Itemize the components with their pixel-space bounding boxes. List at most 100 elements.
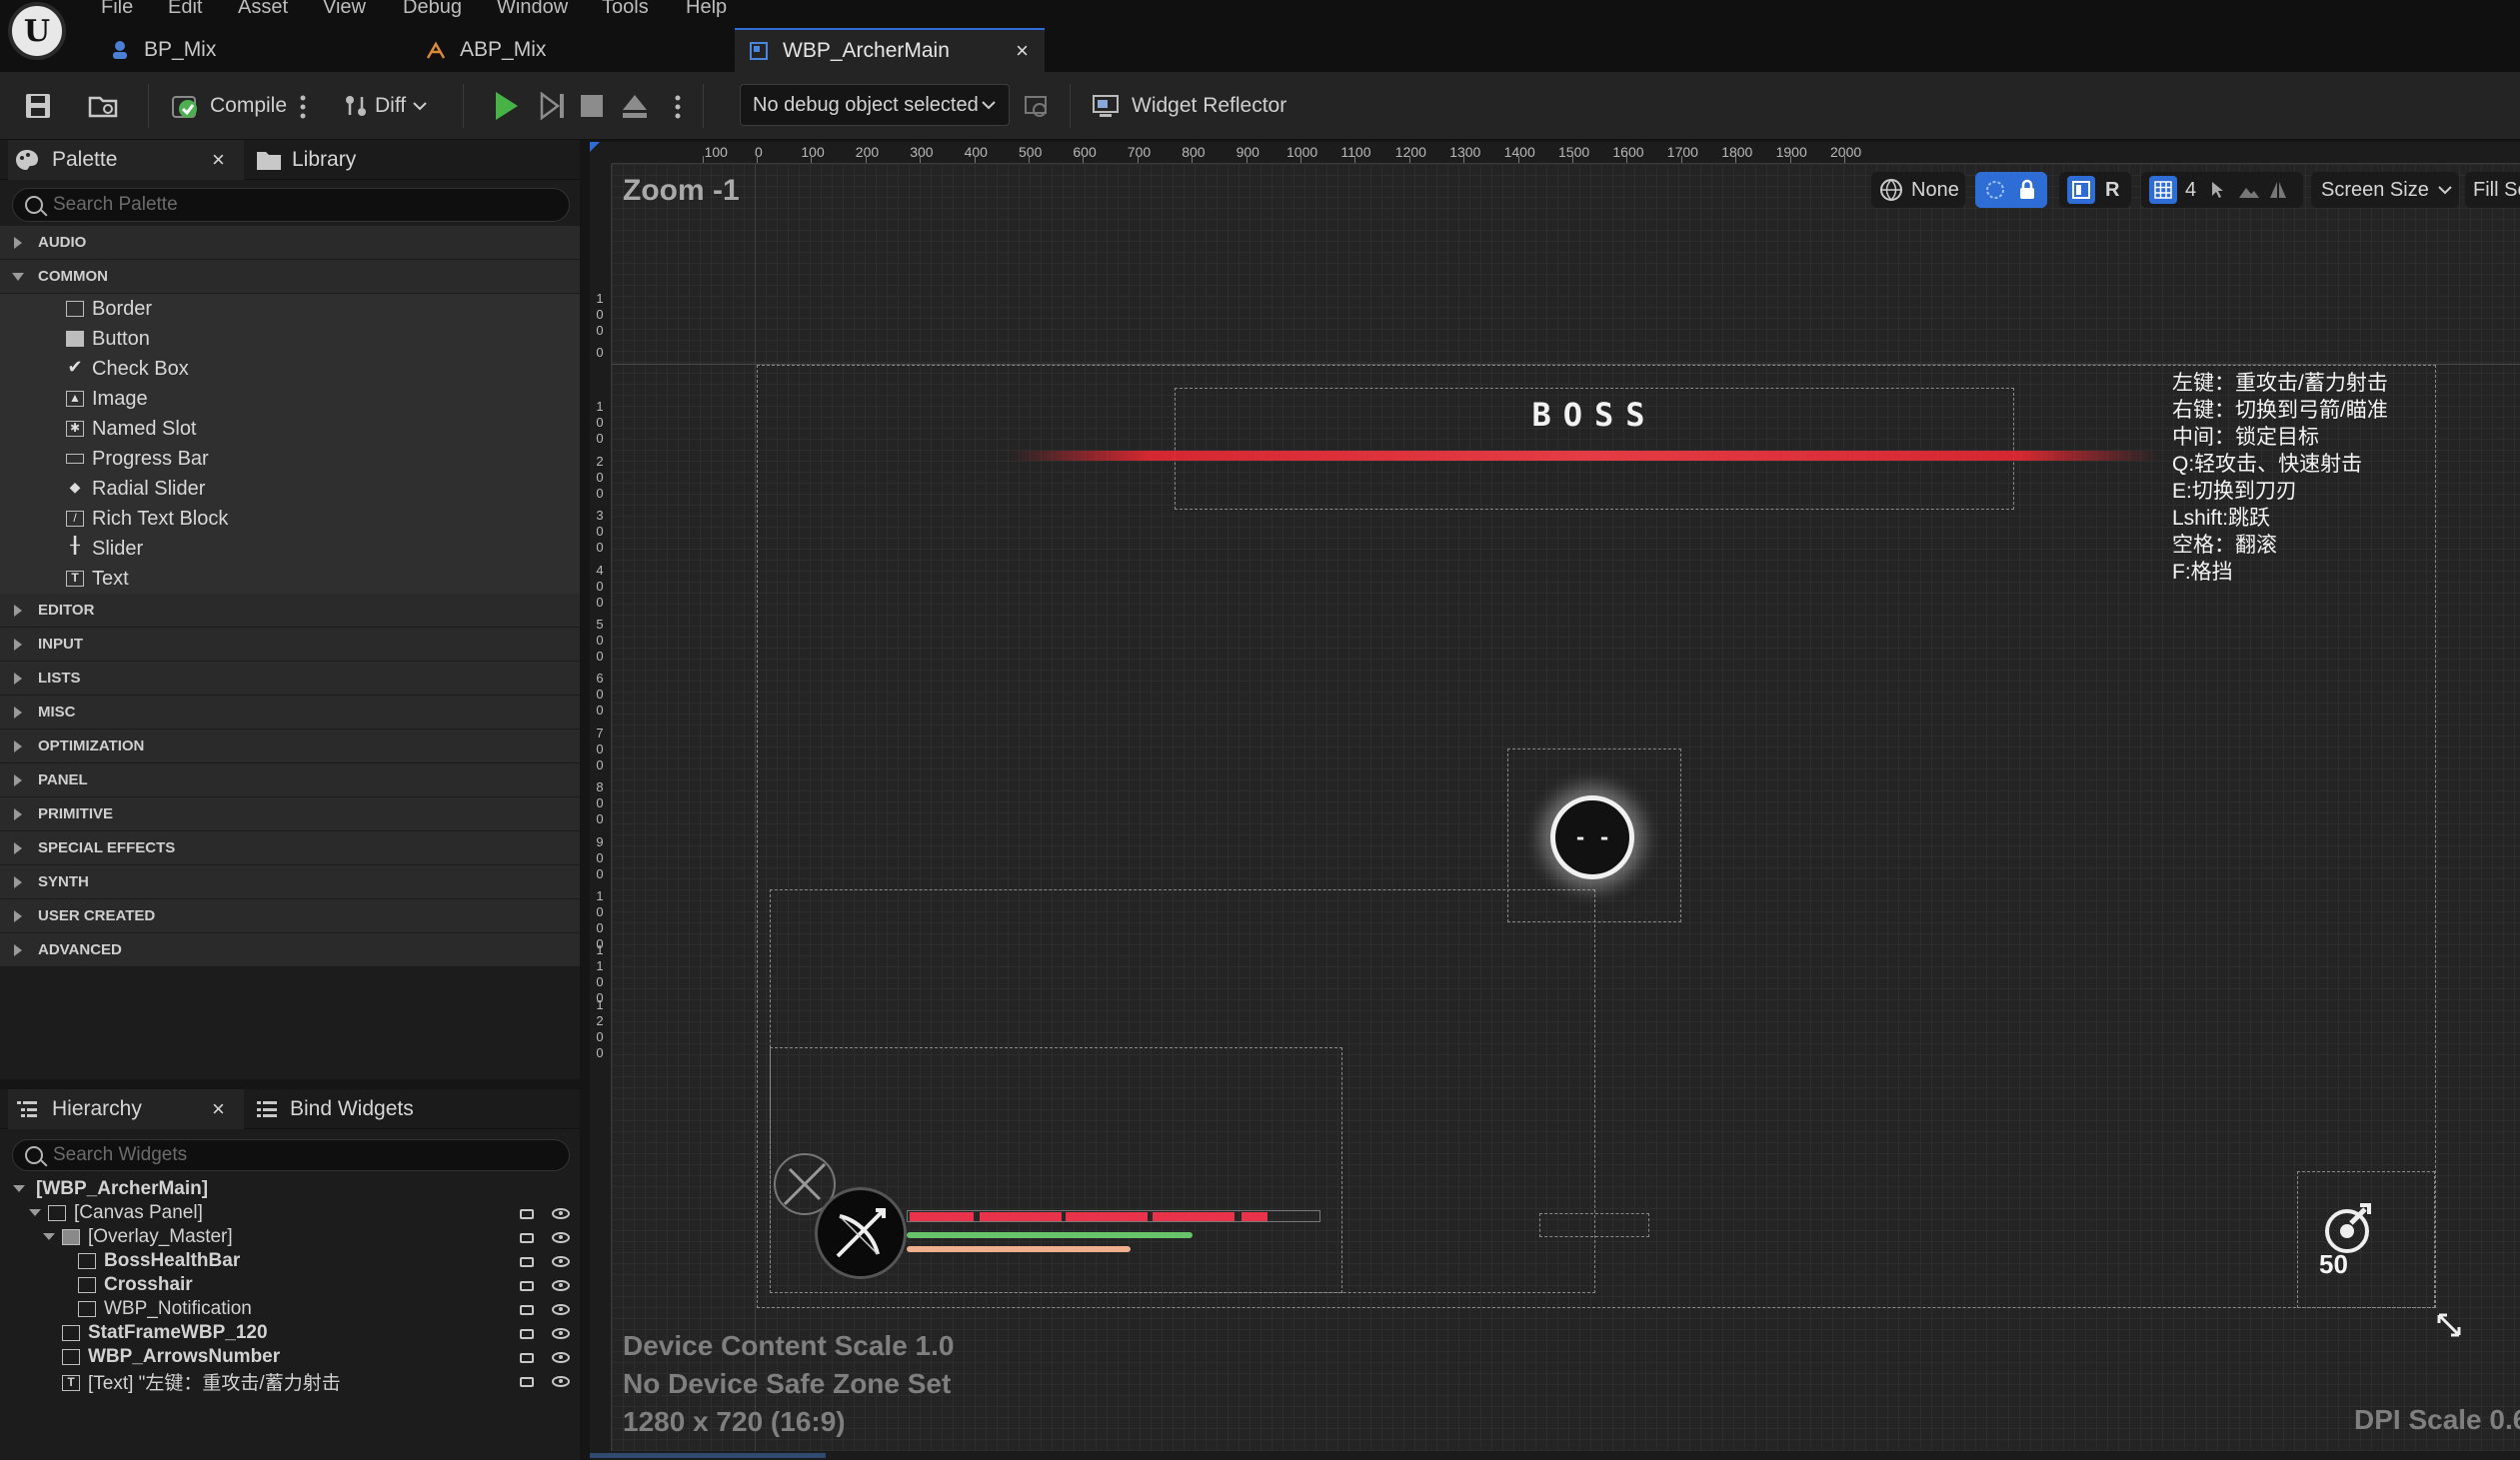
respect-locks-toggle[interactable] bbox=[1975, 172, 2047, 208]
category-user-created[interactable]: USER CREATED bbox=[0, 899, 580, 933]
debug-object-dropdown[interactable]: No debug object selected bbox=[740, 84, 1010, 126]
grid-snap-toggle[interactable]: 4 bbox=[2141, 172, 2303, 208]
menu-asset[interactable]: Asset bbox=[238, 0, 288, 19]
resize-handle-icon[interactable] bbox=[2435, 1311, 2463, 1339]
lock-icon[interactable] bbox=[520, 1305, 534, 1315]
diff-button[interactable]: Diff bbox=[343, 86, 428, 126]
localization-preview-button[interactable]: None bbox=[1871, 172, 1965, 208]
health-segment bbox=[910, 1212, 974, 1221]
category-input[interactable]: INPUT bbox=[0, 628, 580, 662]
menu-debug[interactable]: Debug bbox=[403, 0, 462, 19]
close-icon[interactable]: × bbox=[212, 1096, 225, 1122]
chevron-right-icon bbox=[14, 808, 22, 820]
visibility-eye-icon[interactable] bbox=[552, 1376, 570, 1387]
menu-window[interactable]: Window bbox=[497, 0, 568, 19]
visibility-eye-icon[interactable] bbox=[552, 1208, 570, 1219]
tab-hierarchy[interactable]: Hierarchy × bbox=[8, 1089, 244, 1129]
widget-search-input[interactable]: Search Widgets bbox=[12, 1139, 570, 1171]
lock-icon[interactable] bbox=[520, 1257, 534, 1267]
palette-item-check-box[interactable]: ✔ Check Box bbox=[0, 354, 580, 384]
close-icon[interactable]: × bbox=[212, 147, 225, 173]
palette-item-radial-slider[interactable]: ◆ Radial Slider bbox=[0, 474, 580, 504]
menu-view[interactable]: View bbox=[323, 0, 366, 19]
visibility-eye-icon[interactable] bbox=[552, 1328, 570, 1339]
category-common[interactable]: COMMON bbox=[0, 260, 580, 294]
hierarchy-row-label: BossHealthBar bbox=[104, 1250, 241, 1271]
visibility-eye-icon[interactable] bbox=[552, 1280, 570, 1291]
compile-button[interactable]: Compile bbox=[170, 86, 287, 126]
tab-bp-mix[interactable]: BP_Mix bbox=[96, 28, 406, 72]
category-primitive[interactable]: PRIMITIVE bbox=[0, 797, 580, 831]
palette-search-input[interactable]: Search Palette bbox=[12, 188, 570, 222]
browse-folder-icon[interactable] bbox=[88, 92, 120, 120]
screen-size-dropdown[interactable]: Screen Size bbox=[2311, 172, 2459, 208]
toolbar-divider bbox=[148, 84, 149, 128]
more-options-icon[interactable] bbox=[299, 94, 307, 120]
category-lists[interactable]: LISTS bbox=[0, 662, 580, 696]
ruler-tick bbox=[920, 156, 922, 163]
hierarchy-row-overlay-master[interactable]: [Overlay_Master] bbox=[0, 1225, 580, 1249]
hierarchy-row-boss-health-bar[interactable]: BossHealthBar bbox=[0, 1249, 580, 1273]
lock-icon[interactable] bbox=[520, 1209, 534, 1219]
palette-item-image[interactable]: ▲ Image bbox=[0, 384, 580, 414]
tab-wbp-archermain[interactable]: WBP_ArcherMain × bbox=[735, 28, 1045, 72]
transform-mode-toggle[interactable]: R bbox=[2059, 172, 2131, 208]
lock-icon[interactable] bbox=[520, 1377, 534, 1387]
lock-icon[interactable] bbox=[520, 1281, 534, 1291]
tab-bind-widgets[interactable]: Bind Widgets bbox=[256, 1089, 476, 1129]
visibility-eye-icon[interactable] bbox=[552, 1352, 570, 1363]
tab-palette[interactable]: Palette × bbox=[8, 140, 244, 180]
visibility-eye-icon[interactable] bbox=[552, 1256, 570, 1267]
scrollbar-thumb[interactable] bbox=[590, 1453, 826, 1458]
close-icon[interactable]: × bbox=[1016, 38, 1029, 64]
bow-arrow-icon bbox=[836, 1208, 886, 1258]
palette-item-progress-bar[interactable]: Progress Bar bbox=[0, 444, 580, 474]
play-icon[interactable] bbox=[492, 90, 520, 122]
category-optimization[interactable]: OPTIMIZATION bbox=[0, 730, 580, 763]
horizontal-scrollbar[interactable] bbox=[590, 1451, 2520, 1460]
stop-icon[interactable] bbox=[580, 94, 604, 118]
menu-help[interactable]: Help bbox=[686, 0, 727, 19]
save-icon[interactable] bbox=[24, 92, 52, 120]
controls-help-text[interactable]: 左键：重攻击/蓄力射击 右键：切换到弓箭/瞄准 中间：锁定目标 Q:轻攻击、快速… bbox=[2172, 370, 2388, 586]
category-special-effects[interactable]: SPECIAL EFFECTS bbox=[0, 831, 580, 865]
palette-item-button[interactable]: Button bbox=[0, 324, 580, 354]
more-options-icon[interactable] bbox=[674, 94, 682, 120]
hierarchy-row-wbp-notification[interactable]: WBP_Notification bbox=[0, 1297, 580, 1321]
palette-item-rich-text-block[interactable]: / Rich Text Block bbox=[0, 504, 580, 534]
palette-item-slider[interactable]: ╂ Slider bbox=[0, 534, 580, 564]
step-forward-icon[interactable] bbox=[538, 92, 566, 120]
hierarchy-row-controls-text[interactable]: T [Text] "左键：重攻击/蓄力射击 bbox=[0, 1369, 580, 1394]
category-advanced[interactable]: ADVANCED bbox=[0, 933, 580, 967]
hierarchy-row-arrows-number[interactable]: WBP_ArrowsNumber bbox=[0, 1345, 580, 1369]
widget-reflector-button[interactable]: Widget Reflector bbox=[1092, 86, 1286, 126]
menu-tools[interactable]: Tools bbox=[602, 0, 649, 19]
menu-file[interactable]: File bbox=[101, 0, 133, 19]
hierarchy-row-statframe[interactable]: StatFrameWBP_120 bbox=[0, 1321, 580, 1345]
unreal-logo-icon[interactable]: U bbox=[8, 2, 66, 60]
lock-icon[interactable] bbox=[520, 1233, 534, 1243]
eject-icon[interactable] bbox=[621, 92, 649, 120]
category-panel[interactable]: PANEL bbox=[0, 763, 580, 797]
debug-filter-icon[interactable] bbox=[1024, 94, 1050, 120]
ruler-x-label: 1700 bbox=[1666, 144, 1698, 160]
category-audio[interactable]: AUDIO bbox=[0, 226, 580, 260]
tab-abp-mix[interactable]: ABP_Mix bbox=[412, 28, 732, 72]
fill-screen-dropdown[interactable]: Fill Sc bbox=[2465, 172, 2520, 208]
visibility-eye-icon[interactable] bbox=[552, 1304, 570, 1315]
hierarchy-row-crosshair[interactable]: Crosshair bbox=[0, 1273, 580, 1297]
palette-item-text[interactable]: T Text bbox=[0, 564, 580, 594]
category-misc[interactable]: MISC bbox=[0, 696, 580, 730]
tab-library[interactable]: Library bbox=[256, 140, 456, 180]
hierarchy-row-root[interactable]: [WBP_ArcherMain] bbox=[0, 1177, 580, 1201]
category-editor[interactable]: EDITOR bbox=[0, 594, 580, 628]
visibility-eye-icon[interactable] bbox=[552, 1232, 570, 1243]
category-synth[interactable]: SYNTH bbox=[0, 865, 580, 899]
menu-edit[interactable]: Edit bbox=[168, 0, 202, 19]
lock-icon[interactable] bbox=[520, 1329, 534, 1339]
palette-item-named-slot[interactable]: ✱ Named Slot bbox=[0, 414, 580, 444]
lock-icon[interactable] bbox=[520, 1353, 534, 1363]
palette-item-border[interactable]: Border bbox=[0, 294, 580, 324]
hierarchy-row-canvas-panel[interactable]: [Canvas Panel] bbox=[0, 1201, 580, 1225]
notification-widget[interactable] bbox=[1539, 1213, 1649, 1237]
